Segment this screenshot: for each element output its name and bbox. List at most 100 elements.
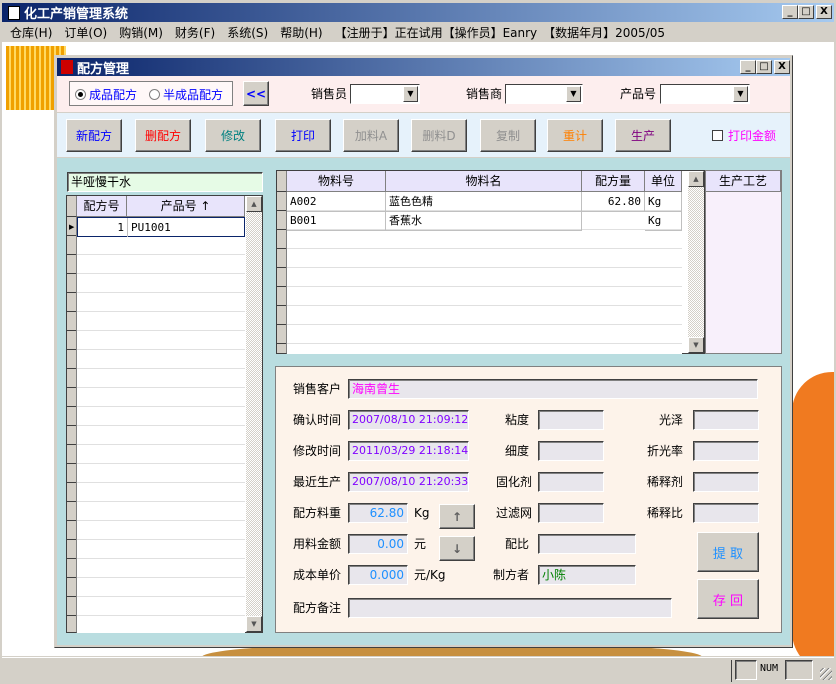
recent-production-label: 最近生产 <box>293 475 342 489</box>
column-header-formula-no[interactable]: 配方号 <box>77 196 127 217</box>
produce-button[interactable]: 生产 <box>615 119 671 152</box>
left-grid-scrollbar[interactable]: ▲ ▼ <box>246 196 262 632</box>
chevron-down-icon: ▼ <box>403 86 418 102</box>
menu-warehouse[interactable]: 仓库(H) <box>4 24 58 41</box>
column-header-unit[interactable]: 单位 <box>645 171 682 192</box>
chevron-down-icon: ▼ <box>733 86 748 102</box>
window-maximize-button[interactable]: □ <box>756 60 772 74</box>
status-panel-main <box>2 660 732 682</box>
menu-finance[interactable]: 财务(F) <box>169 24 221 41</box>
radio-semi-indicator <box>149 89 160 100</box>
scroll-down-icon[interactable]: ▼ <box>688 337 704 353</box>
window-minimize-button[interactable]: _ <box>740 60 756 74</box>
table-row[interactable]: 1 PU1001 <box>77 217 245 237</box>
gloss-field[interactable] <box>693 410 759 430</box>
delete-material-button[interactable]: 删料D <box>411 119 467 152</box>
save-back-button[interactable]: 存 回 <box>697 579 759 619</box>
status-panel-caps <box>735 660 757 680</box>
ratio-field[interactable] <box>538 534 636 554</box>
background-decoration <box>792 372 834 656</box>
window-close-button[interactable]: X <box>774 60 790 74</box>
thinner-label: 稀释剂 <box>647 475 684 489</box>
radio-finished[interactable]: 成品配方 <box>75 86 137 103</box>
formula-grid: 配方号 产品号 ↑ ▶ 1 PU1001 ▲ ▼ <box>66 195 263 633</box>
move-down-button[interactable]: ↓ <box>439 536 475 561</box>
move-up-button[interactable]: ↑ <box>439 504 475 529</box>
curing-agent-label: 固化剂 <box>496 475 533 489</box>
dealer-select[interactable]: ▼ <box>505 84 583 104</box>
close-button[interactable]: X <box>816 5 832 19</box>
recent-production-field[interactable]: 2007/08/10 21:20:33 <box>348 472 469 492</box>
maker-label: 制方者 <box>493 568 530 582</box>
product-select[interactable]: ▼ <box>660 84 750 104</box>
formula-name-field[interactable]: 半哑慢干水 <box>67 172 263 192</box>
scroll-up-icon[interactable]: ▲ <box>246 196 262 212</box>
add-material-button[interactable]: 加料A <box>343 119 399 152</box>
app-title: 化工产销管理系统 <box>24 7 129 22</box>
chevron-down-icon: ▼ <box>566 86 581 102</box>
viscosity-field[interactable] <box>538 410 604 430</box>
cell-quantity: 62.80 <box>582 192 645 212</box>
customer-label: 销售客户 <box>293 382 342 396</box>
modify-time-field[interactable]: 2011/03/29 21:18:14 <box>348 441 469 461</box>
window-title: 配方管理 <box>77 61 130 77</box>
print-button[interactable]: 打印 <box>275 119 331 152</box>
minimize-button[interactable]: _ <box>782 5 798 19</box>
confirm-time-field[interactable]: 2007/08/10 21:09:12 <box>348 410 469 430</box>
menu-info: 【注册于】正在试用【操作员】Eanry 【数据年月】2005/05 <box>334 25 666 40</box>
material-grid: 物料号 物料名 配方量 单位 A002 蓝色色精 62.80 Kg B001 香… <box>276 170 705 354</box>
maximize-button[interactable]: □ <box>798 5 814 19</box>
formula-window: 配方管理 _ □ X 成品配方 半成品配方 << 销售员 ▼ 销售商 ▼ 产品号… <box>54 55 793 648</box>
dilution-ratio-field[interactable] <box>693 503 759 523</box>
dilution-ratio-label: 稀释比 <box>647 506 684 520</box>
delete-formula-button[interactable]: 删配方 <box>135 119 191 152</box>
recalc-button[interactable]: 重计 <box>547 119 603 152</box>
resize-grip-icon[interactable] <box>820 668 832 680</box>
menu-purchase-sales[interactable]: 购销(M) <box>113 24 169 41</box>
window-titlebar: 配方管理 <box>57 58 790 77</box>
edit-button[interactable]: 修改 <box>205 119 261 152</box>
filter-mesh-field[interactable] <box>538 503 604 523</box>
radio-semi[interactable]: 半成品配方 <box>149 86 223 103</box>
scroll-down-icon[interactable]: ▼ <box>246 616 262 632</box>
copy-button[interactable]: 复制 <box>480 119 536 152</box>
column-header-material-name[interactable]: 物料名 <box>386 171 582 192</box>
refractive-index-field[interactable] <box>693 441 759 461</box>
amount-unit: 元 <box>414 537 427 551</box>
salesperson-label: 销售员 <box>311 87 348 101</box>
scroll-up-icon[interactable]: ▲ <box>688 171 704 187</box>
customer-field[interactable]: 海南曾生 <box>348 379 758 399</box>
material-grid-scrollbar[interactable]: ▲ ▼ <box>688 171 704 353</box>
row-indicator <box>277 192 287 354</box>
cell-unit: Kg <box>645 211 682 231</box>
fetch-button[interactable]: 提 取 <box>697 532 759 572</box>
fineness-field[interactable] <box>538 441 604 461</box>
salesperson-select[interactable]: ▼ <box>350 84 420 104</box>
cell-formula-no: 1 <box>78 218 128 237</box>
menu-help[interactable]: 帮助(H) <box>274 24 328 41</box>
weight-field[interactable]: 62.80 <box>348 503 408 523</box>
maker-field[interactable]: 小陈 <box>538 565 636 585</box>
cell-material-no: B001 <box>287 211 386 231</box>
radio-finished-indicator <box>75 89 86 100</box>
note-field[interactable] <box>348 598 672 618</box>
collapse-button[interactable]: << <box>243 81 269 106</box>
curing-agent-field[interactable] <box>538 472 604 492</box>
column-header-quantity[interactable]: 配方量 <box>582 171 645 192</box>
menu-system[interactable]: 系统(S) <box>221 24 274 41</box>
print-amount-checkbox[interactable]: 打印金额 <box>712 127 776 144</box>
column-header-product-no[interactable]: 产品号 ↑ <box>127 196 245 217</box>
viscosity-label: 粘度 <box>505 413 530 427</box>
cell-material-no: A002 <box>287 192 386 212</box>
thinner-field[interactable] <box>693 472 759 492</box>
column-header-material-no[interactable]: 物料号 <box>287 171 386 192</box>
table-row[interactable]: A002 蓝色色精 62.80 Kg <box>287 192 682 212</box>
cost-field[interactable]: 0.000 <box>348 565 408 585</box>
menu-orders[interactable]: 订单(O) <box>58 24 113 41</box>
table-row[interactable]: B001 香蕉水 Kg <box>287 211 682 231</box>
current-row-arrow: ▶ <box>69 223 75 231</box>
details-panel: 销售客户 海南曾生 确认时间 2007/08/10 21:09:12 修改时间 … <box>275 366 782 633</box>
amount-field[interactable]: 0.00 <box>348 534 408 554</box>
cost-label: 成本单价 <box>293 568 342 582</box>
new-formula-button[interactable]: 新配方 <box>66 119 122 152</box>
